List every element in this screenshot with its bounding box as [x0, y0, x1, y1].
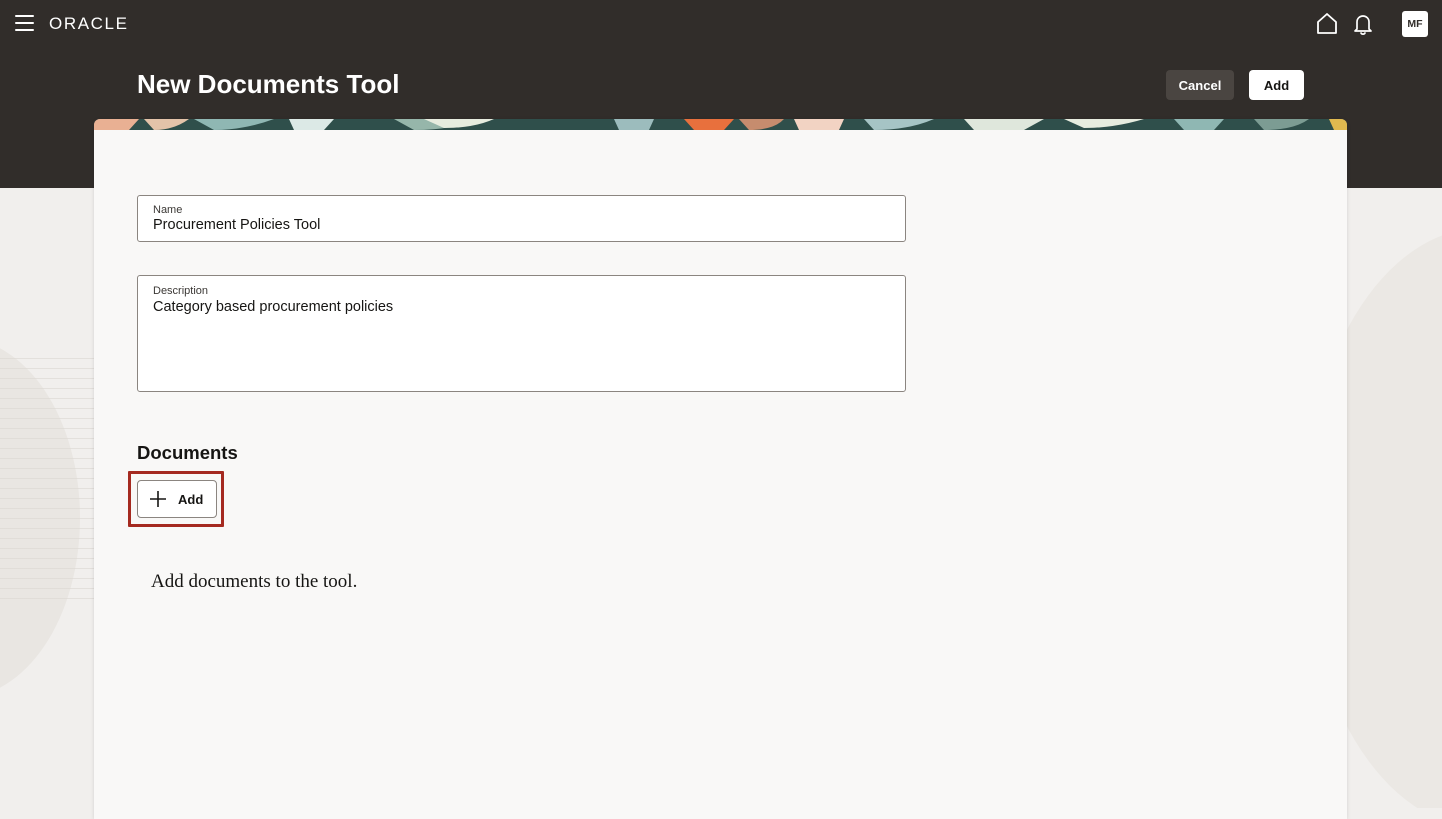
top-navigation-bar: ORACLE MF — [0, 0, 1442, 48]
documents-section-title: Documents — [137, 442, 238, 463]
name-field[interactable]: Name Procurement Policies Tool — [137, 195, 906, 242]
add-document-label: Add — [178, 492, 204, 507]
cancel-button[interactable]: Cancel — [1166, 70, 1234, 100]
add-document-button[interactable]: Add — [137, 480, 217, 518]
background-dash-pattern — [0, 358, 94, 608]
user-avatar[interactable]: MF — [1402, 11, 1428, 37]
plus-icon — [150, 491, 166, 507]
decorative-banner — [94, 119, 1347, 130]
oracle-logo: ORACLE — [49, 14, 129, 33]
page-title: New Documents Tool — [137, 69, 400, 99]
documents-empty-message: Add documents to the tool. — [151, 571, 358, 592]
name-label: Name — [153, 204, 183, 216]
home-icon[interactable] — [1314, 11, 1340, 37]
description-textarea[interactable]: Category based procurement policies — [153, 299, 393, 315]
bell-icon[interactable] — [1350, 11, 1376, 37]
add-button[interactable]: Add — [1249, 70, 1304, 100]
form-card: Name Procurement Policies Tool Descripti… — [94, 119, 1347, 819]
hamburger-menu-icon[interactable] — [15, 15, 34, 31]
description-field[interactable]: Description Category based procurement p… — [137, 275, 906, 392]
description-label: Description — [153, 285, 209, 297]
name-input[interactable]: Procurement Policies Tool — [153, 217, 320, 233]
